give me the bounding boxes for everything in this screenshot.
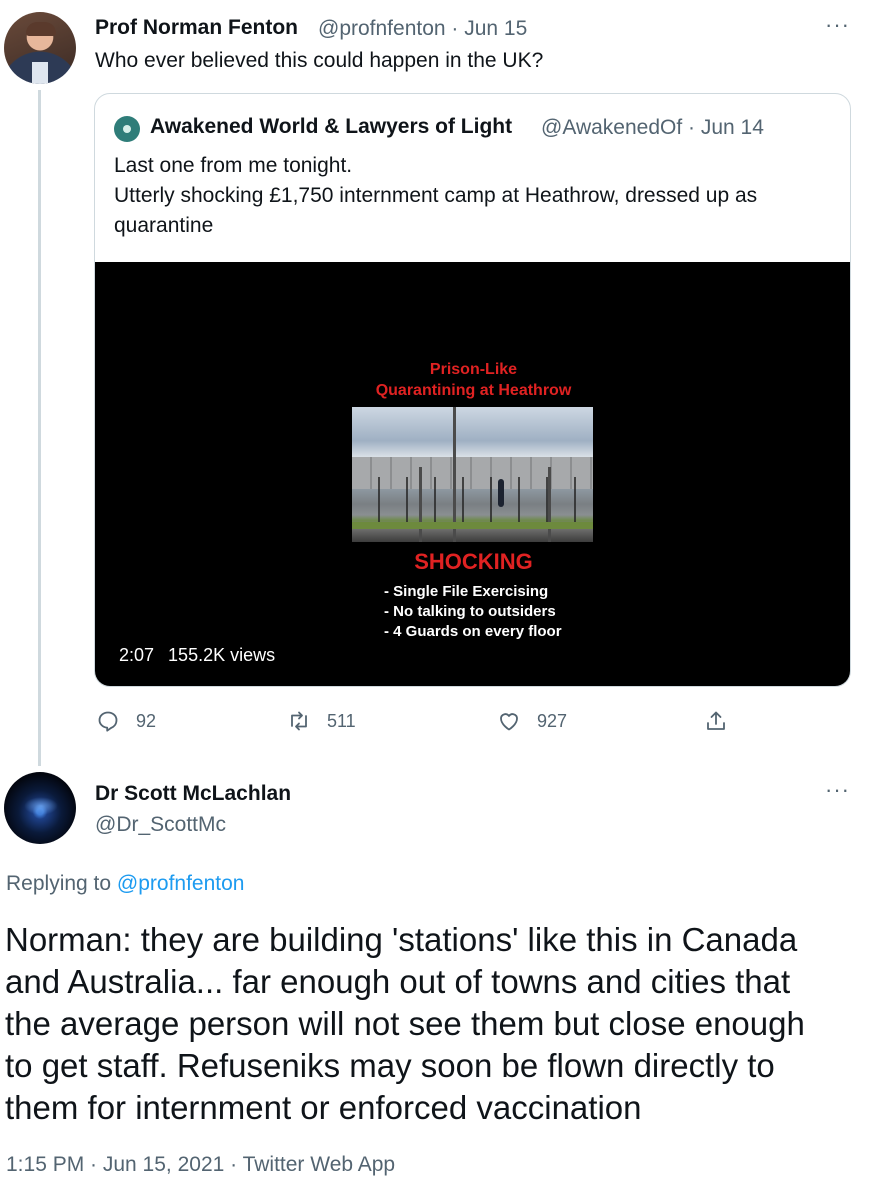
- quoted-text-line: Last one from me tonight.: [114, 154, 353, 177]
- video-views: 155.2K views: [168, 645, 276, 665]
- tweet-text: Who ever believed this could happen in t…: [95, 49, 544, 72]
- like-count: 927: [537, 710, 568, 731]
- like-icon: [500, 713, 518, 731]
- like-button[interactable]: 927: [497, 708, 567, 734]
- video-title-line: Prison-Like: [429, 361, 518, 378]
- reply-text-line: Norman: they are building 'stations' lik…: [5, 921, 798, 958]
- quoted-author-name[interactable]: Awakened World & Lawyers of Light: [150, 115, 512, 139]
- video-bullet: - No talking to outsiders: [384, 603, 556, 620]
- quoted-author-avatar[interactable]: [114, 116, 140, 142]
- reply-button[interactable]: 92: [96, 708, 156, 734]
- author-handle-date[interactable]: @profnfenton · Jun 15: [318, 17, 527, 41]
- more-options-icon[interactable]: ···: [825, 777, 850, 803]
- video-bullet: - 4 Guards on every floor: [384, 623, 562, 640]
- video-headline: SHOCKING: [414, 549, 533, 574]
- reply-text-line: the average person will not see them but…: [5, 1005, 805, 1042]
- video-player[interactable]: Prison-Like Quarantining at Heathrow SHO…: [95, 262, 850, 686]
- reply-author-name[interactable]: Dr Scott McLachlan: [95, 782, 291, 806]
- reply-author-handle[interactable]: @Dr_ScottMc: [95, 813, 226, 837]
- quoted-tweet-card[interactable]: Awakened World & Lawyers of Light @Awake…: [94, 93, 851, 687]
- reply-text-line: to get staff. Refuseniks may soon be flo…: [5, 1047, 775, 1084]
- author-avatar[interactable]: [4, 12, 76, 84]
- replying-to-link[interactable]: @profnfenton: [117, 872, 245, 895]
- thread-line: [38, 90, 41, 766]
- reply-text-line: them for internment or enforced vaccinat…: [5, 1089, 642, 1126]
- reply-author-avatar[interactable]: [4, 772, 76, 844]
- video-stats: 2:07 155.2K views: [119, 645, 289, 666]
- reply-icon: [98, 711, 118, 732]
- quoted-text-line: Utterly shocking £1,750 internment camp …: [114, 184, 758, 207]
- more-options-icon[interactable]: ···: [825, 12, 850, 38]
- video-bullet: - Single File Exercising: [384, 583, 549, 600]
- tweet-timestamp-source[interactable]: 1:15 PM · Jun 15, 2021 · Twitter Web App: [6, 1153, 395, 1177]
- video-duration: 2:07: [119, 645, 155, 665]
- retweet-count: 511: [327, 710, 356, 731]
- replying-to: Replying to @profnfenton: [6, 872, 244, 896]
- retweet-button[interactable]: 511: [287, 708, 356, 734]
- quoted-text-line: quarantine: [114, 214, 214, 237]
- reply-text: Norman: they are building 'stations' lik…: [5, 919, 865, 1129]
- quoted-tweet-text: Last one from me tonight. Utterly shocki…: [114, 151, 834, 241]
- share-button[interactable]: [704, 708, 744, 734]
- reply-count: 92: [136, 710, 157, 731]
- share-icon: [707, 711, 725, 730]
- video-title-line: Quarantining at Heathrow: [375, 382, 572, 399]
- quoted-author-handle-date[interactable]: @AwakenedOf · Jun 14: [541, 116, 764, 140]
- reply-text-line: and Australia... far enough out of towns…: [5, 963, 791, 1000]
- video-bullets: - Single File Exercising - No talking to…: [384, 582, 562, 642]
- author-name[interactable]: Prof Norman Fenton: [95, 16, 298, 40]
- replying-prefix: Replying to: [6, 872, 112, 895]
- retweet-icon: [291, 711, 307, 731]
- video-frame-image: [352, 407, 593, 542]
